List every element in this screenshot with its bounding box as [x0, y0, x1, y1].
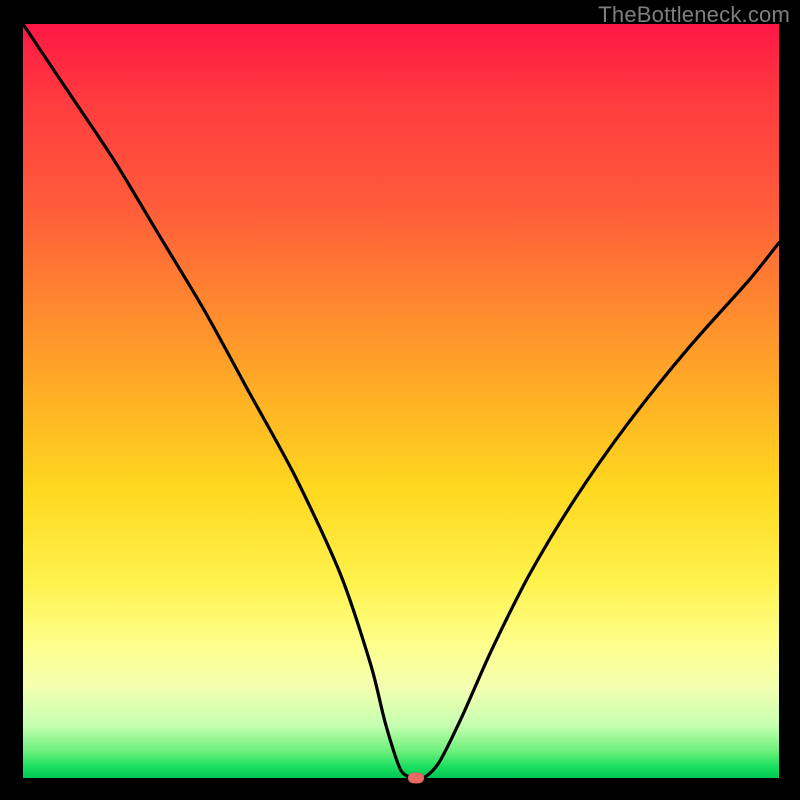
watermark-text: TheBottleneck.com	[598, 2, 790, 28]
chart-stage: TheBottleneck.com	[0, 0, 800, 800]
bottleneck-marker	[408, 773, 424, 784]
bottleneck-curve	[23, 24, 779, 778]
curve-path	[23, 24, 779, 778]
chart-plot-area	[23, 24, 779, 778]
